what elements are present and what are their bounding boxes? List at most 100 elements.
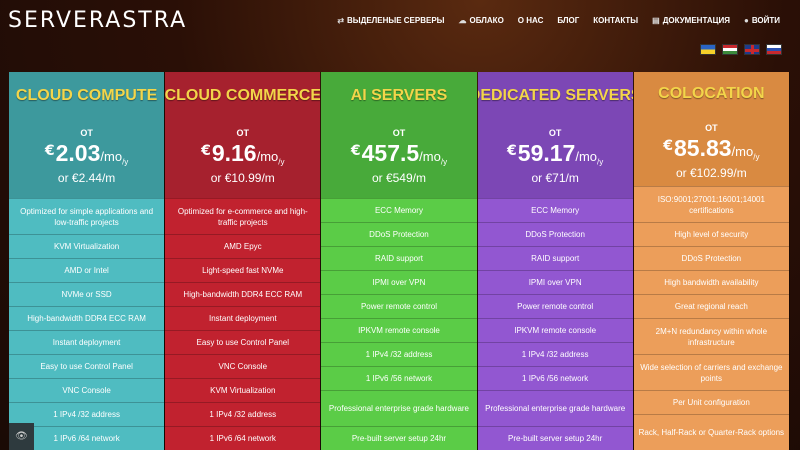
- price-from-label: ОТ: [80, 128, 93, 139]
- price-value: 9.16: [211, 140, 257, 167]
- nav-label: КОНТАКТЫ: [593, 16, 639, 25]
- feature-item: ISO:9001;27001;16001;14001 certification…: [633, 186, 789, 222]
- plan-title: COLOCATION: [633, 72, 789, 116]
- feature-item: RAID support: [321, 246, 477, 270]
- price-currency: €: [507, 143, 517, 160]
- nav-label: ВОЙТИ: [751, 16, 780, 25]
- feature-item: Optimized for simple applications and lo…: [9, 198, 165, 234]
- feature-item: 2M+N redundancy within whole infrastruct…: [633, 318, 789, 354]
- site-header: SERVERASTRA ⇄ ВЫДЕЛЕНЫЕ СЕРВЕРЫ ☁ ОБЛАКО…: [0, 0, 800, 72]
- feature-item: IPMI over VPN: [477, 270, 633, 294]
- price-unit-main: /mo: [419, 149, 441, 165]
- nav-item-dedicated[interactable]: ⇄ ВЫДЕЛЕНЫЕ СЕРВЕРЫ: [337, 16, 444, 25]
- feature-item: ECC Memory: [321, 198, 477, 222]
- price-line: €9.16/mo/y: [201, 140, 284, 167]
- plan-cloud-compute[interactable]: CLOUD COMPUTE ОТ €2.03/mo/y or €2.44/m Optim…: [9, 72, 166, 450]
- nav-label: БЛОГ: [557, 16, 580, 25]
- cloud-icon: ☁: [458, 16, 467, 25]
- feature-item: Rack, Half-Rack or Quarter-Rack options: [633, 414, 789, 450]
- nav-item-contacts[interactable]: КОНТАКТЫ: [593, 16, 638, 25]
- price-unit: /mo/y: [100, 149, 128, 167]
- nav-item-cloud[interactable]: ☁ ОБЛАКО: [459, 16, 504, 25]
- feature-item: 1 IPv4 /32 address: [165, 402, 321, 426]
- price-unit-sub: /y: [440, 157, 448, 167]
- price-unit-sub: /y: [278, 157, 285, 167]
- nav-item-blog[interactable]: БЛОГ: [557, 16, 579, 25]
- feature-item: 1 IPv6 /56 network: [321, 366, 477, 390]
- feature-item: High bandwidth availability: [633, 270, 789, 294]
- feature-item: Power remote control: [321, 294, 477, 318]
- feature-item: Professional enterprise grade hardware: [321, 390, 477, 426]
- feature-item: ECC Memory: [477, 198, 633, 222]
- feature-item: Pre-built server setup 24hr: [321, 426, 477, 450]
- feature-item: VNC Console: [165, 354, 321, 378]
- price-unit-main: /mo: [100, 149, 123, 165]
- eye-icon[interactable]: 👁: [9, 423, 34, 450]
- plan-price: ОТ €2.03/mo/y or €2.44/m: [9, 120, 165, 198]
- price-from-label: ОТ: [548, 128, 562, 139]
- feature-item: Pre-built server setup 24hr: [477, 426, 633, 450]
- price-unit-main: /mo: [256, 149, 279, 165]
- feature-item: Optimized for e-commerce and high-traffi…: [165, 198, 321, 234]
- feature-item: AMD Epyc: [165, 234, 321, 258]
- plan-ai-servers[interactable]: AI SERVERS ОТ €457.5/mo/y or €549/m ECC Memo…: [321, 72, 478, 450]
- feature-item: IPKVM remote console: [477, 318, 633, 342]
- feature-item: KVM Virtualization: [9, 234, 165, 258]
- price-unit-main: /mo: [731, 144, 754, 160]
- feature-item: Wide selection of carriers and exchange …: [633, 354, 789, 390]
- logo[interactable]: SERVERASTRA: [8, 8, 187, 33]
- plan-price: ОТ €85.83/mo/y or €102.99/m: [633, 115, 789, 186]
- price-alternative: or €10.99/m: [210, 171, 275, 186]
- price-unit-sub: /y: [122, 157, 129, 167]
- price-alternative: or €549/m: [371, 171, 426, 186]
- feature-item: DDoS Protection: [633, 246, 789, 270]
- ru-flag-icon[interactable]: [766, 44, 782, 55]
- nav-item-docs[interactable]: ▤ ДОКУМЕНТАЦИЯ: [652, 16, 730, 25]
- hu-flag-icon[interactable]: [722, 44, 738, 55]
- language-switcher: [700, 44, 782, 55]
- feature-list: ECC Memory DDoS Protection RAID support IPM…: [321, 198, 477, 450]
- feature-item: 1 IPv4 /32 address: [477, 342, 633, 366]
- price-from-label: ОТ: [236, 128, 250, 139]
- price-currency: €: [663, 138, 673, 155]
- ua-flag-icon[interactable]: [700, 44, 716, 55]
- plan-dedicated-servers[interactable]: DEDICATED SERVERS ОТ €59.17/mo/y or €71/m EC…: [477, 72, 634, 450]
- price-unit: /mo/y: [419, 149, 447, 167]
- plan-price: ОТ €59.17/mo/y or €71/m: [477, 120, 633, 198]
- feature-item: Instant deployment: [9, 330, 165, 354]
- price-unit-main: /mo: [575, 149, 598, 165]
- feature-item: DDoS Protection: [477, 222, 633, 246]
- nav-label: О НАС: [517, 16, 544, 25]
- price-value: 59.17: [517, 140, 576, 167]
- price-value: 2.03: [55, 140, 101, 167]
- feature-item: IPKVM remote console: [321, 318, 477, 342]
- feature-item: VNC Console: [9, 378, 165, 402]
- price-unit: /mo/y: [257, 149, 285, 167]
- feature-item: RAID support: [477, 246, 633, 270]
- price-value: 457.5: [361, 140, 420, 167]
- nav-item-about[interactable]: О НАС: [518, 16, 544, 25]
- price-line: €2.03/mo/y: [45, 140, 128, 167]
- feature-item: Easy to use Control Panel: [9, 354, 165, 378]
- gb-flag-icon[interactable]: [744, 44, 760, 55]
- feature-list: ECC Memory DDoS Protection RAID support IPM…: [477, 198, 633, 450]
- feature-item: IPMI over VPN: [321, 270, 477, 294]
- feature-list: Optimized for simple applications and lo…: [9, 198, 165, 450]
- plan-price: ОТ €457.5/mo/y or €549/m: [321, 120, 477, 198]
- feature-item: Instant deployment: [165, 306, 321, 330]
- price-line: €85.83/mo/y: [663, 135, 759, 162]
- price-unit-sub: /y: [753, 153, 760, 163]
- price-alternative: or €102.99/m: [675, 166, 747, 181]
- feature-item: Per Unit configuration: [633, 390, 789, 414]
- nav-item-login[interactable]: ● ВОЙТИ: [744, 16, 780, 25]
- price-line: €59.17/mo/y: [507, 140, 603, 167]
- plan-title: CLOUD COMMERCE: [165, 72, 321, 121]
- pricing-plans: CLOUD COMPUTE ОТ €2.03/mo/y or €2.44/m Optim…: [9, 72, 790, 450]
- main-nav: ⇄ ВЫДЕЛЕНЫЕ СЕРВЕРЫ ☁ ОБЛАКО О НАС БЛОГ …: [337, 16, 780, 25]
- price-currency: €: [201, 143, 211, 160]
- plan-cloud-commerce[interactable]: CLOUD COMMERCE ОТ €9.16/mo/y or €10.99/m Opt…: [165, 72, 322, 450]
- nav-label: ДОКУМЕНТАЦИЯ: [662, 16, 730, 25]
- plan-colocation[interactable]: COLOCATION ОТ €85.83/mo/y or €102.99/m ISO:9…: [633, 72, 790, 450]
- nav-label: ОБЛАКО: [469, 16, 504, 25]
- price-from-label: ОТ: [392, 128, 406, 139]
